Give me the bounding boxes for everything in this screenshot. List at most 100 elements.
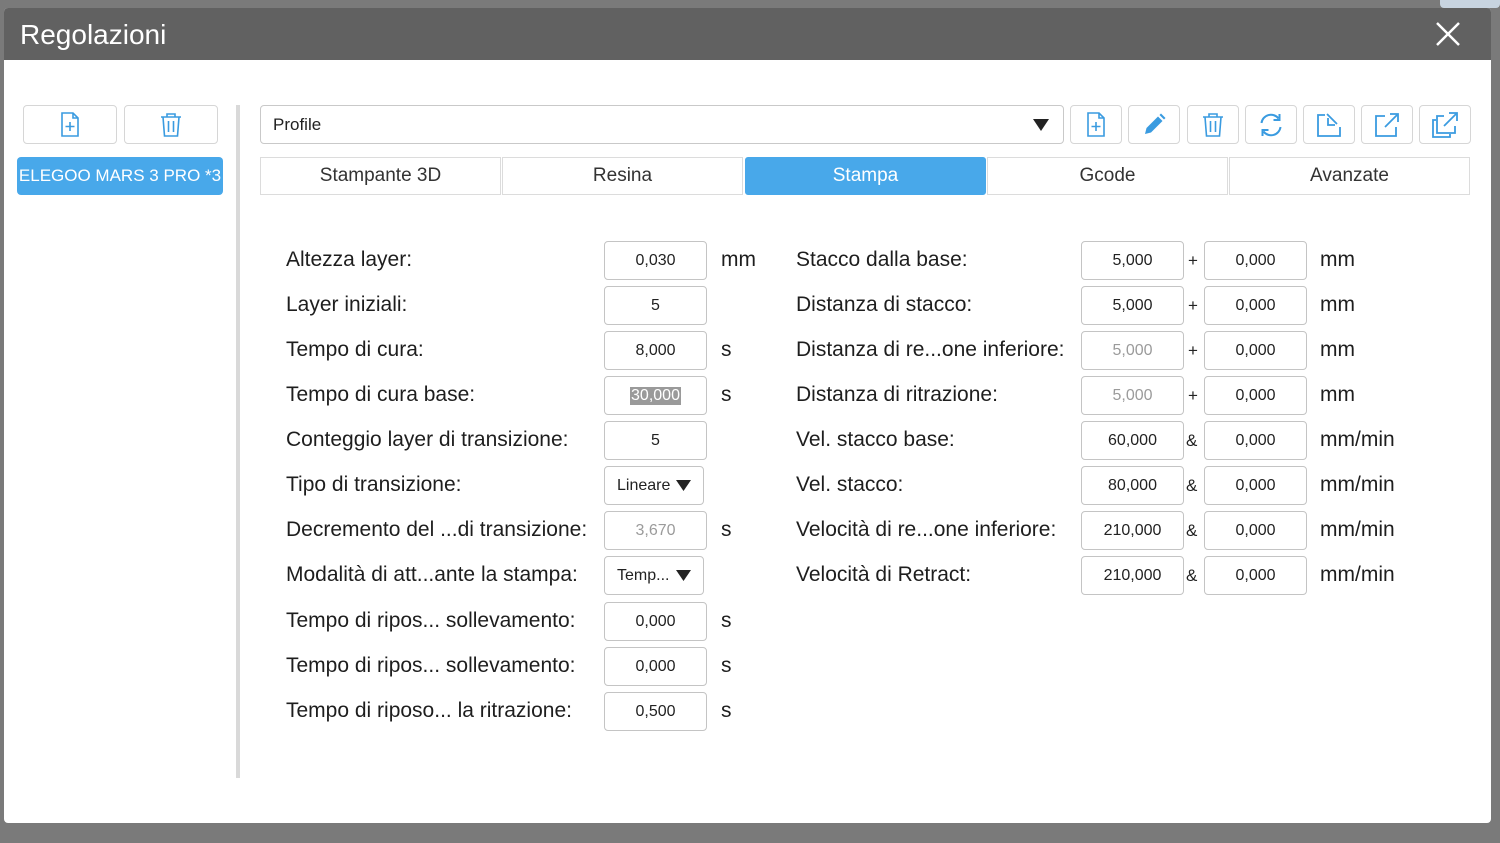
export-icon bbox=[1375, 112, 1399, 137]
bottom-retract-speed-2-field[interactable]: 0,000 bbox=[1204, 511, 1307, 550]
param-label-retract-speed: Velocità di Retract: bbox=[796, 563, 972, 586]
transition-layers-field[interactable]: 5 bbox=[604, 421, 707, 460]
export-profile-button[interactable] bbox=[1361, 105, 1413, 144]
trash-icon bbox=[161, 112, 181, 137]
bottom-lift-speed-field[interactable]: 60,000 bbox=[1081, 421, 1184, 460]
lift-speed-field[interactable]: 80,000 bbox=[1081, 466, 1184, 505]
layer-height-unit: mm bbox=[721, 248, 756, 271]
edit-profile-button[interactable] bbox=[1128, 105, 1180, 144]
param-label-retract-distance: Distanza di ritrazione: bbox=[796, 383, 998, 406]
chevron-down-icon bbox=[1033, 119, 1049, 131]
rest-time-retract-field[interactable]: 0,500 bbox=[604, 692, 707, 731]
settings-dialog: Regolazioni ELEGOO MARS 3 PRO *3 Profile bbox=[4, 8, 1491, 823]
ampersand-separator: & bbox=[1186, 521, 1198, 540]
param-label-wait-mode: Modalità di att...ante la stampa: bbox=[286, 563, 578, 586]
tab-stampante-3d[interactable]: Stampante 3D bbox=[260, 157, 501, 195]
param-label-transition-type: Tipo di transizione: bbox=[286, 473, 462, 496]
retract-distance-2-field[interactable]: 0,000 bbox=[1204, 376, 1307, 415]
param-label-bottom-retract-distance: Distanza di re...one inferiore: bbox=[796, 338, 1065, 361]
param-label-exposure-time: Tempo di cura: bbox=[286, 338, 424, 361]
retract-speed-unit: mm/min bbox=[1320, 563, 1395, 586]
param-label-bottom-lift-speed: Vel. stacco base: bbox=[796, 428, 955, 451]
chevron-down-icon bbox=[676, 570, 691, 581]
rest-time-1-unit: s bbox=[721, 609, 732, 632]
bottom-retract-speed-unit: mm/min bbox=[1320, 518, 1395, 541]
exposure-time-field[interactable]: 8,000 bbox=[604, 331, 707, 370]
printer-list-item[interactable]: ELEGOO MARS 3 PRO *3 bbox=[17, 157, 223, 195]
param-label-bottom-layers: Layer iniziali: bbox=[286, 293, 408, 316]
param-label-transition-layers: Conteggio layer di transizione: bbox=[286, 428, 569, 451]
bottom-lift-distance-2-field[interactable]: 0,000 bbox=[1204, 241, 1307, 280]
plus-separator: + bbox=[1188, 341, 1198, 360]
retract-distance-unit: mm bbox=[1320, 383, 1355, 406]
retract-speed-2-field[interactable]: 0,000 bbox=[1204, 556, 1307, 595]
tab-stampa[interactable]: Stampa bbox=[745, 157, 986, 195]
retract-speed-field[interactable]: 210,000 bbox=[1081, 556, 1184, 595]
param-label-rest-time-retract: Tempo di riposo... la ritrazione: bbox=[286, 699, 572, 722]
tab-avanzate[interactable]: Avanzate bbox=[1229, 157, 1470, 195]
param-label-layer-height: Altezza layer: bbox=[286, 248, 413, 271]
bottom-retract-distance-2-field[interactable]: 0,000 bbox=[1204, 331, 1307, 370]
delete-profile-button[interactable] bbox=[1187, 105, 1239, 144]
plus-separator: + bbox=[1188, 251, 1198, 270]
bottom-lift-speed-2-field[interactable]: 0,000 bbox=[1204, 421, 1307, 460]
export-all-icon bbox=[1432, 111, 1458, 138]
bottom-exposure-time-unit: s bbox=[721, 383, 732, 406]
add-printer-button[interactable] bbox=[23, 105, 117, 144]
refresh-icon bbox=[1260, 113, 1282, 136]
export-all-profiles-button[interactable] bbox=[1419, 105, 1471, 144]
import-icon bbox=[1317, 112, 1341, 137]
reset-profile-button[interactable] bbox=[1245, 105, 1297, 144]
panel-divider bbox=[236, 105, 240, 778]
plus-separator: + bbox=[1188, 296, 1198, 315]
bottom-layers-field[interactable]: 5 bbox=[604, 286, 707, 325]
rest-time-retract-unit: s bbox=[721, 699, 732, 722]
param-label-bottom-exposure-time: Tempo di cura base: bbox=[286, 383, 476, 406]
bottom-lift-distance-field[interactable]: 5,000 bbox=[1081, 241, 1184, 280]
transition-type-select[interactable]: Lineare bbox=[604, 466, 704, 505]
tab-gcode[interactable]: Gcode bbox=[987, 157, 1228, 195]
rest-time-2-unit: s bbox=[721, 654, 732, 677]
rest-time-2-field[interactable]: 0,000 bbox=[604, 647, 707, 686]
retract-distance-field: 5,000 bbox=[1081, 376, 1184, 415]
bottom-retract-distance-unit: mm bbox=[1320, 338, 1355, 361]
transition-decrement-field: 3,670 bbox=[604, 511, 707, 550]
chevron-down-icon bbox=[676, 480, 691, 491]
delete-printer-button[interactable] bbox=[124, 105, 218, 144]
param-label-rest-time-2: Tempo di ripos... sollevamento: bbox=[286, 654, 576, 677]
profile-select[interactable]: Profile bbox=[260, 105, 1064, 144]
bottom-retract-speed-field[interactable]: 210,000 bbox=[1081, 511, 1184, 550]
layer-height-field[interactable]: 0,030 bbox=[604, 241, 707, 280]
lift-distance-2-field[interactable]: 0,000 bbox=[1204, 286, 1307, 325]
bottom-exposure-time-field[interactable]: 30,000 bbox=[604, 376, 707, 415]
close-button[interactable] bbox=[1432, 18, 1464, 50]
new-file-icon bbox=[61, 111, 79, 137]
param-label-rest-time-1: Tempo di ripos... sollevamento: bbox=[286, 609, 576, 632]
ampersand-separator: & bbox=[1186, 566, 1198, 585]
bottom-lift-distance-unit: mm bbox=[1320, 248, 1355, 271]
bottom-lift-speed-unit: mm/min bbox=[1320, 428, 1395, 451]
window-title: Regolazioni bbox=[20, 19, 167, 50]
close-icon bbox=[1436, 22, 1460, 46]
new-file-icon bbox=[1087, 111, 1105, 137]
title-bar: Regolazioni bbox=[4, 8, 1491, 60]
lift-distance-unit: mm bbox=[1320, 293, 1355, 316]
plus-separator: + bbox=[1188, 386, 1198, 405]
param-label-transition-decrement: Decremento del ...di transizione: bbox=[286, 518, 588, 541]
ampersand-separator: & bbox=[1186, 431, 1198, 450]
param-label-bottom-retract-speed: Velocità di re...one inferiore: bbox=[796, 518, 1057, 541]
wait-mode-select[interactable]: Temp... bbox=[604, 556, 704, 595]
trash-icon bbox=[1203, 112, 1223, 137]
param-label-lift-distance: Distanza di stacco: bbox=[796, 293, 973, 316]
lift-speed-2-field[interactable]: 0,000 bbox=[1204, 466, 1307, 505]
lift-distance-field[interactable]: 5,000 bbox=[1081, 286, 1184, 325]
rest-time-1-field[interactable]: 0,000 bbox=[604, 602, 707, 641]
transition-decrement-unit: s bbox=[721, 518, 732, 541]
import-profile-button[interactable] bbox=[1303, 105, 1355, 144]
tab-resina[interactable]: Resina bbox=[502, 157, 743, 195]
exposure-time-unit: s bbox=[721, 338, 732, 361]
new-profile-button[interactable] bbox=[1070, 105, 1122, 144]
bottom-retract-distance-field: 5,000 bbox=[1081, 331, 1184, 370]
profile-selected-value: Profile bbox=[273, 115, 322, 134]
transition-type-value: Lineare bbox=[617, 477, 671, 494]
